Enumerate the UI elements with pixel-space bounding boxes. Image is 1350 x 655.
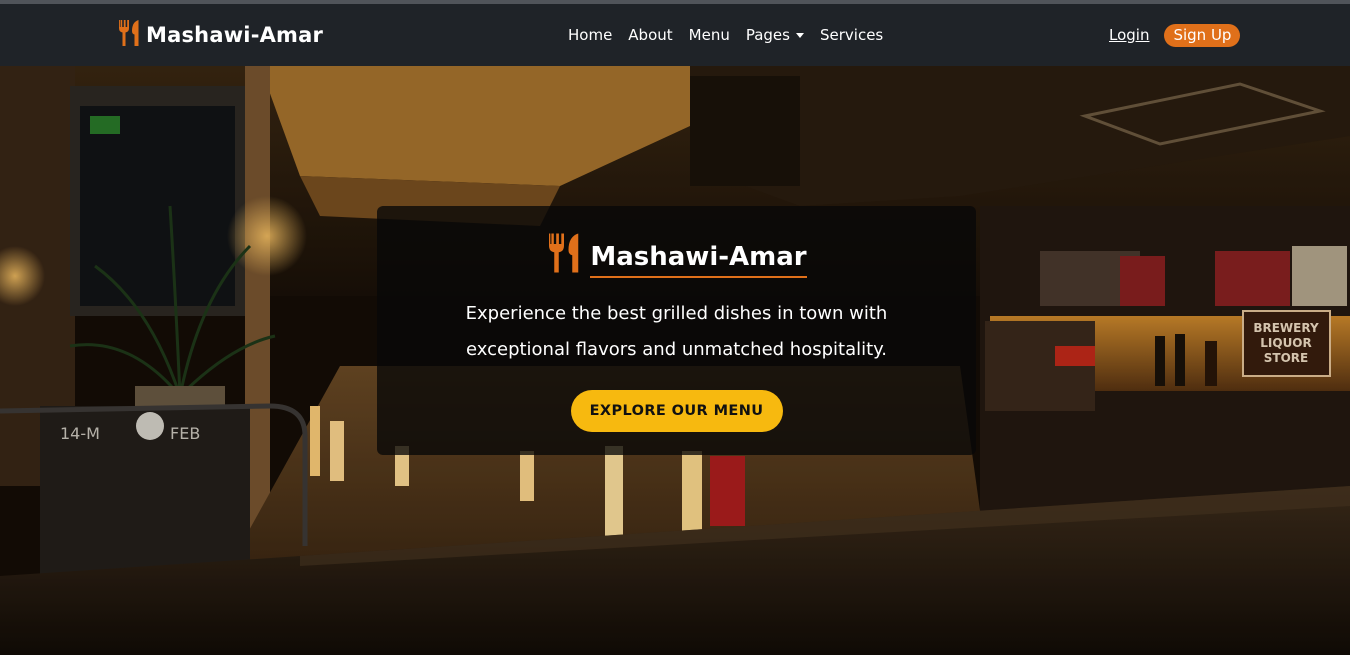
nav-services[interactable]: Services <box>820 26 883 44</box>
nav-menu-link[interactable]: Menu <box>689 26 730 44</box>
login-link[interactable]: Login <box>1109 26 1149 44</box>
utensils-icon <box>117 19 141 51</box>
caret-down-icon <box>795 32 804 38</box>
nav-pages-label: Pages <box>745 26 790 44</box>
hero-overlay-card: Mashawi-Amar Experience the best grilled… <box>377 206 976 455</box>
hero-tagline: Experience the best grilled dishes in to… <box>465 303 888 360</box>
signup-button[interactable]: Sign Up <box>1164 23 1241 47</box>
hero-brand: Mashawi-Amar <box>546 232 807 278</box>
utensils-icon <box>546 232 582 278</box>
nav-home[interactable]: Home <box>568 26 612 44</box>
nav-pages-dropdown[interactable]: Pages <box>746 26 804 44</box>
nav-menu: Home About Menu Pages Services <box>568 4 883 66</box>
hero-title: Mashawi-Amar <box>590 241 807 278</box>
brand-name: Mashawi-Amar <box>146 23 324 47</box>
brand-logo[interactable]: Mashawi-Amar <box>117 4 323 66</box>
auth-links: Login Sign Up <box>1109 4 1241 66</box>
explore-menu-button[interactable]: EXPLORE OUR MENU <box>570 390 783 432</box>
hero-section: 14-M FEB BREWERY LIQUOR STORE Mashawi-Am… <box>0 66 1350 655</box>
nav-about[interactable]: About <box>628 26 672 44</box>
top-navbar: Mashawi-Amar Home About Menu Pages Servi… <box>0 4 1350 66</box>
